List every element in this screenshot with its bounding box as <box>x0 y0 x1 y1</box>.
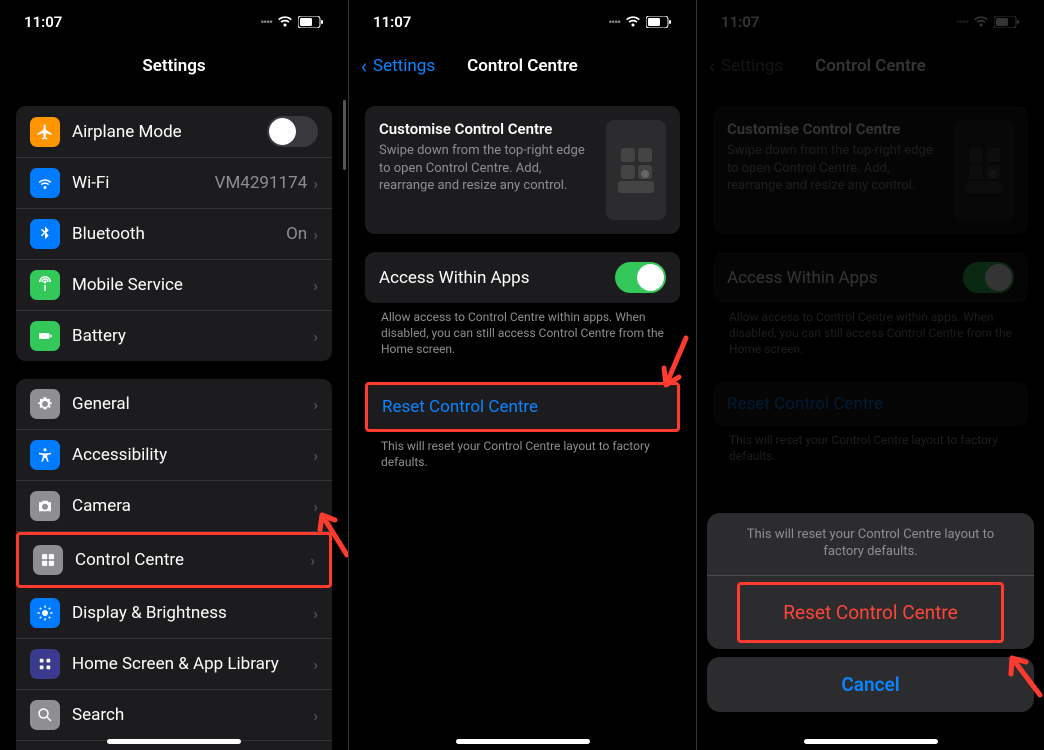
row-value: VM4291174 <box>215 173 308 193</box>
chevron-right-icon: › <box>313 706 318 725</box>
cellular-icon: •••• <box>260 16 272 29</box>
screenshot-3-action-sheet: 11:07 •••• ‹ Settings Control Centre Cus… <box>696 0 1044 750</box>
row-label: Airplane Mode <box>72 122 267 142</box>
status-time: 11:07 <box>373 13 411 31</box>
home-screen-icon <box>30 649 60 679</box>
row-airplane-mode[interactable]: Airplane Mode <box>16 106 332 158</box>
card-desc: Swipe down from the top-right edge to op… <box>379 142 594 195</box>
row-label: Mobile Service <box>72 275 313 295</box>
chevron-right-icon: › <box>310 551 315 570</box>
sheet-cancel-button[interactable]: Cancel <box>707 657 1034 712</box>
status-bar: 11:07 •••• <box>349 0 696 44</box>
accessibility-icon <box>30 440 60 470</box>
status-indicators: •••• <box>608 16 672 29</box>
row-wifi[interactable]: Wi-Fi VM4291174 › <box>16 158 332 209</box>
chevron-right-icon: › <box>313 604 318 623</box>
row-label: Display & Brightness <box>72 603 313 623</box>
chevron-right-icon: › <box>313 276 318 295</box>
row-label: Control Centre <box>75 550 310 570</box>
network-section: Airplane Mode Wi-Fi VM4291174 › Bluetoot… <box>16 106 332 361</box>
row-label: Battery <box>72 326 313 346</box>
action-sheet: This will reset your Control Centre layo… <box>707 513 1034 720</box>
row-general[interactable]: General › <box>16 379 332 430</box>
antenna-icon <box>30 270 60 300</box>
home-indicator[interactable] <box>107 739 241 744</box>
access-section: Access Within Apps <box>365 252 680 303</box>
status-bar: 11:07 •••• <box>0 0 348 44</box>
screenshot-1-settings: 11:07 •••• Settings Airplane Mode Wi-Fi … <box>0 0 348 750</box>
card-title: Customise Control Centre <box>379 120 594 138</box>
row-access-within-apps[interactable]: Access Within Apps <box>365 252 680 303</box>
home-indicator[interactable] <box>456 739 590 744</box>
control-centre-preview <box>606 120 666 220</box>
battery-icon <box>30 321 60 351</box>
back-label: Settings <box>373 56 435 76</box>
settings-list[interactable]: Airplane Mode Wi-Fi VM4291174 › Bluetoot… <box>0 88 348 750</box>
row-label: Wi-Fi <box>72 173 215 193</box>
page-title: Settings <box>142 56 205 76</box>
wifi-icon <box>30 168 60 198</box>
access-helper: Allow access to Control Centre within ap… <box>365 303 680 364</box>
row-control-centre[interactable]: Control Centre › <box>16 532 332 588</box>
status-indicators: •••• <box>260 16 324 29</box>
search-icon <box>30 700 60 730</box>
chevron-right-icon: › <box>313 395 318 414</box>
row-mobile-service[interactable]: Mobile Service › <box>16 260 332 311</box>
chevron-right-icon: › <box>313 225 318 244</box>
header: Settings <box>0 44 348 88</box>
status-time: 11:07 <box>24 13 62 31</box>
general-section: General › Accessibility › Camera › Contr… <box>16 379 332 750</box>
header: ‹ Settings Control Centre <box>349 44 696 88</box>
row-camera[interactable]: Camera › <box>16 481 332 532</box>
row-label: Search <box>72 705 313 725</box>
battery-status-icon <box>298 16 324 28</box>
battery-status-icon <box>646 16 672 28</box>
control-centre-icon <box>33 545 63 575</box>
row-search[interactable]: Search › <box>16 690 332 741</box>
cellular-icon: •••• <box>608 16 620 29</box>
wifi-status-icon <box>277 16 293 28</box>
row-value: On <box>286 224 307 244</box>
row-label: Home Screen & App Library <box>72 654 313 674</box>
row-home-screen[interactable]: Home Screen & App Library › <box>16 639 332 690</box>
row-label: Accessibility <box>72 445 313 465</box>
row-display-brightness[interactable]: Display & Brightness › <box>16 588 332 639</box>
scrollbar[interactable] <box>343 100 346 170</box>
reset-helper: This will reset your Control Centre layo… <box>365 432 680 476</box>
row-label: Access Within Apps <box>379 268 615 288</box>
chevron-right-icon: › <box>313 655 318 674</box>
gear-icon <box>30 389 60 419</box>
back-button[interactable]: ‹ Settings <box>361 54 435 78</box>
access-toggle[interactable] <box>615 262 666 293</box>
chevron-right-icon: › <box>313 327 318 346</box>
home-indicator[interactable] <box>804 739 938 744</box>
row-bluetooth[interactable]: Bluetooth On › <box>16 209 332 260</box>
camera-icon <box>30 491 60 521</box>
row-label: General <box>72 394 313 414</box>
sheet-reset-button[interactable]: Reset Control Centre <box>737 582 1004 643</box>
screenshot-2-control-centre: 11:07 •••• ‹ Settings Control Centre Cus… <box>348 0 696 750</box>
chevron-right-icon: › <box>313 497 318 516</box>
page-title: Control Centre <box>467 56 578 76</box>
row-label: Camera <box>72 496 313 516</box>
bluetooth-icon <box>30 219 60 249</box>
row-battery[interactable]: Battery › <box>16 311 332 361</box>
airplane-toggle[interactable] <box>267 116 318 147</box>
display-icon <box>30 598 60 628</box>
airplane-icon <box>30 117 60 147</box>
row-reset-control-centre[interactable]: Reset Control Centre <box>368 385 677 429</box>
reset-link: Reset Control Centre <box>382 397 663 417</box>
row-accessibility[interactable]: Accessibility › <box>16 430 332 481</box>
wifi-status-icon <box>625 16 641 28</box>
sheet-message: This will reset your Control Centre layo… <box>707 513 1034 576</box>
row-label: Bluetooth <box>72 224 286 244</box>
customise-card[interactable]: Customise Control Centre Swipe down from… <box>365 106 680 234</box>
chevron-left-icon: ‹ <box>361 54 367 78</box>
reset-section: Reset Control Centre <box>365 382 680 432</box>
chevron-right-icon: › <box>313 446 318 465</box>
chevron-right-icon: › <box>313 174 318 193</box>
